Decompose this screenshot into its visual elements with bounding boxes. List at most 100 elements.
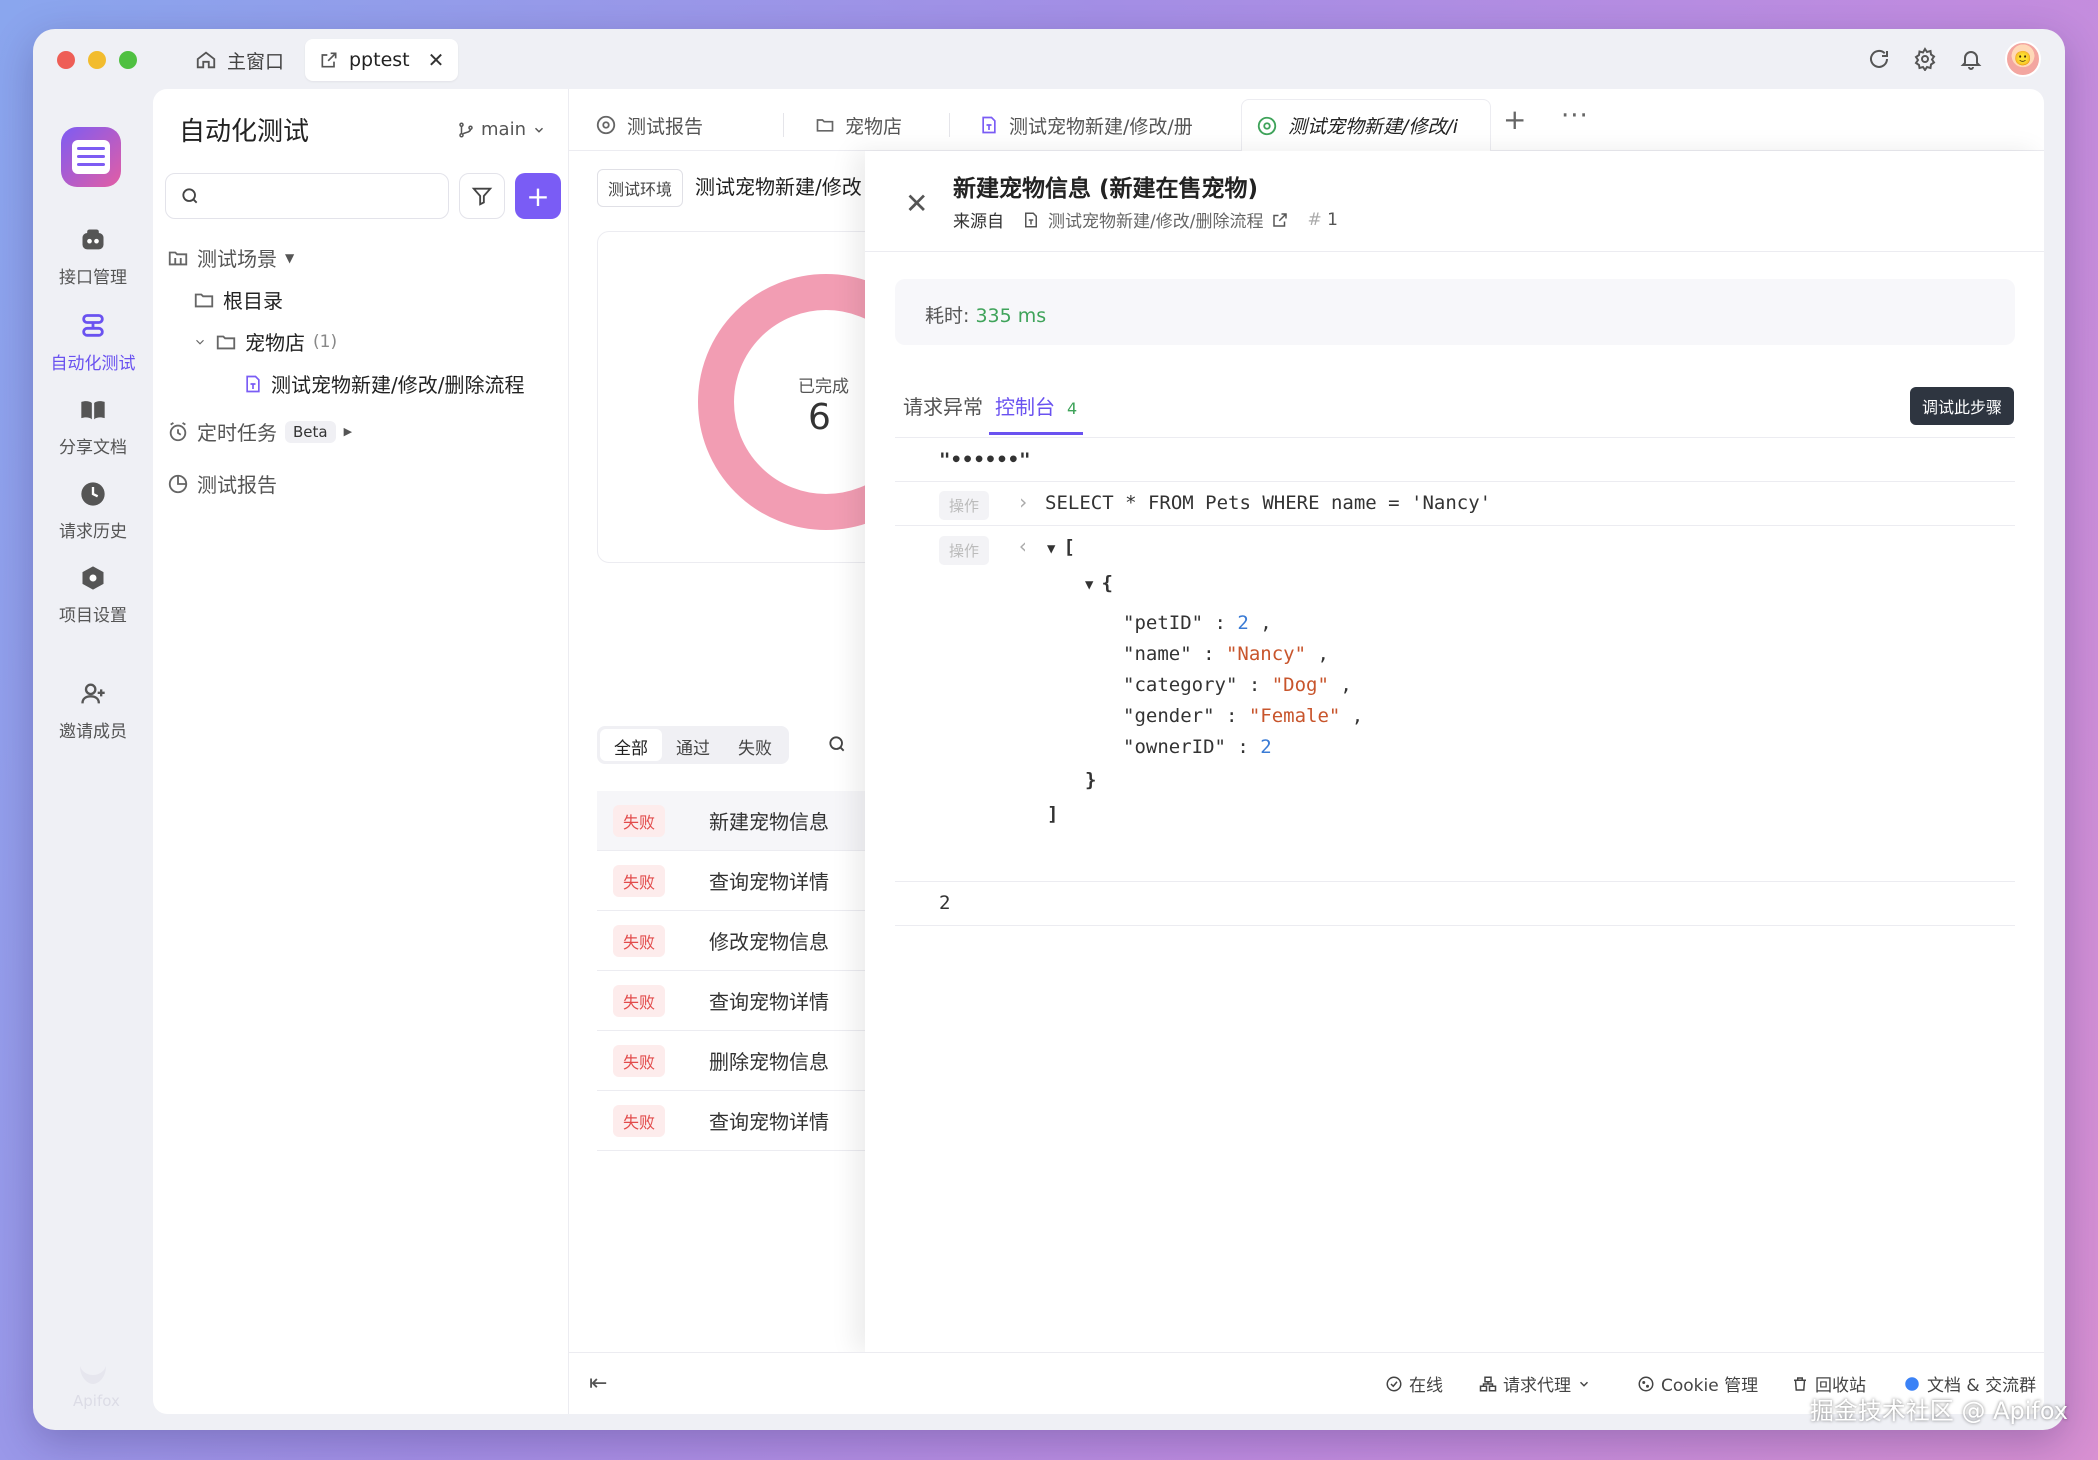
alarm-clock-icon xyxy=(169,421,187,441)
result-row[interactable]: 失败 新建宠物信息 xyxy=(597,791,877,851)
apifox-brand-mark: Apifox xyxy=(73,1362,120,1410)
timing-value: 335 ms xyxy=(975,305,1047,327)
op-button[interactable]: 操作 xyxy=(939,491,990,520)
tree-label: 定时任务 xyxy=(197,421,277,445)
window-tab-main[interactable]: 主窗口 xyxy=(181,39,298,81)
tree-test-scenes[interactable]: 测试场景 ▼ xyxy=(167,243,294,272)
tab-petstore[interactable]: 宠物店 xyxy=(801,99,916,151)
collapse-caret-icon[interactable]: ▼ xyxy=(1047,541,1055,557)
title-bar: 主窗口 pptest ✕ 🙂 xyxy=(33,29,2065,89)
rail-item-settings[interactable]: 项目设置 xyxy=(33,563,153,626)
branch-name: main xyxy=(481,119,526,140)
result-row[interactable]: 失败 查询宠物详情 xyxy=(597,971,877,1031)
rail-item-label: 项目设置 xyxy=(59,606,127,626)
online-status[interactable]: 在线 xyxy=(1385,1371,1443,1396)
completion-card: 已完成 6 xyxy=(597,231,954,563)
json-field: "petID" : 2 , xyxy=(1123,612,1272,634)
tab-scenario[interactable]: 测试宠物新建/修改/册 xyxy=(965,99,1207,151)
rail-item-automation[interactable]: 自动化测试 xyxy=(33,311,153,374)
debug-step-button[interactable]: 调试此步骤 xyxy=(1909,387,2014,425)
ts-file-icon xyxy=(982,116,996,134)
book-icon xyxy=(81,401,105,420)
logo-icon xyxy=(72,140,110,174)
proxy-menu[interactable]: 请求代理 xyxy=(1479,1371,1591,1396)
close-tab-icon[interactable]: ✕ xyxy=(428,48,445,72)
tree-test-reports[interactable]: 测试报告 xyxy=(167,469,277,498)
minimize-window-button[interactable] xyxy=(88,51,106,69)
scene-folder-icon xyxy=(168,251,188,265)
tree-root[interactable]: 根目录 xyxy=(193,285,283,314)
cookie-manager[interactable]: Cookie 管理 xyxy=(1637,1371,1758,1396)
step-detail-drawer: ✕ 新建宠物信息 (新建在售宠物) 来源自 测试宠物新建/修改/删除流程 # 1… xyxy=(865,151,2044,1352)
rail-item-docs[interactable]: 分享文档 xyxy=(33,395,153,458)
new-tab-button[interactable]: + xyxy=(1503,103,1526,136)
rail-item-label: 请求历史 xyxy=(59,522,127,542)
maximize-window-button[interactable] xyxy=(119,51,137,69)
more-tabs-button[interactable]: ··· xyxy=(1561,101,1589,131)
automation-icon xyxy=(82,314,104,337)
collapse-caret-icon[interactable]: ▼ xyxy=(1085,577,1093,593)
result-name: 修改宠物信息 xyxy=(709,930,830,954)
tree-label: 宠物店 xyxy=(245,331,305,355)
window-tab-label: pptest xyxy=(349,49,410,71)
tab-test-report[interactable]: 测试报告 xyxy=(581,99,717,151)
tab-console[interactable]: 控制台 4 xyxy=(989,391,1084,435)
beta-badge: Beta xyxy=(285,420,336,443)
refresh-icon[interactable] xyxy=(1867,47,1891,71)
result-row[interactable]: 失败 查询宠物详情 xyxy=(597,1091,877,1151)
search-icon[interactable] xyxy=(827,734,847,754)
report-panel: 测试环境 测试宠物新建/修改 已完成 6 全部 通过 失败 失败 新建宠物信息 … xyxy=(569,151,954,1351)
filter-all[interactable]: 全部 xyxy=(600,729,662,761)
tab-active-report[interactable]: 测试宠物新建/修改/i xyxy=(1241,99,1491,151)
op-button[interactable]: 操作 xyxy=(939,536,990,565)
json-field: "ownerID" : 2 xyxy=(1123,736,1272,758)
rail-item-history[interactable]: 请求历史 xyxy=(33,479,153,542)
app-logo[interactable] xyxy=(61,127,121,187)
tab-label: 宠物店 xyxy=(845,115,903,138)
result-row[interactable]: 失败 删除宠物信息 xyxy=(597,1031,877,1091)
search-input[interactable] xyxy=(165,173,449,219)
close-icon[interactable]: ✕ xyxy=(905,187,928,220)
tab-label: 测试报告 xyxy=(627,115,704,138)
json-tree: ▼[ ▼{ "petID" : 2 , "name" : "Nancy" , "… xyxy=(1047,536,1364,825)
folder-icon xyxy=(216,335,236,349)
branch-selector[interactable]: main xyxy=(457,119,546,140)
user-avatar[interactable]: 🙂 xyxy=(2005,41,2041,77)
tree-scenario[interactable]: 测试宠物新建/修改/删除流程 xyxy=(243,369,524,398)
tree-count: (1) xyxy=(313,331,338,352)
filter-pass[interactable]: 通过 xyxy=(662,729,724,761)
rail-item-invite[interactable]: 邀请成员 xyxy=(33,679,153,742)
check-circle-icon xyxy=(1386,1376,1402,1391)
chat-icon xyxy=(1905,1376,1919,1391)
rail-item-label: 分享文档 xyxy=(59,438,127,458)
window-tab-pptest[interactable]: pptest ✕ xyxy=(305,39,459,81)
report-icon xyxy=(1257,116,1277,135)
apifox-logo-icon xyxy=(80,1366,106,1384)
filter-button[interactable] xyxy=(459,173,505,219)
result-row[interactable]: 失败 查询宠物详情 xyxy=(597,851,877,911)
gear-icon[interactable] xyxy=(1913,47,1937,71)
close-window-button[interactable] xyxy=(57,51,75,69)
source-link[interactable]: 测试宠物新建/修改/删除流程 xyxy=(1048,207,1263,232)
network-icon xyxy=(1479,1376,1497,1391)
collapse-sidebar-icon[interactable]: ⇤ xyxy=(589,1371,607,1396)
left-rail: 接口管理 自动化测试 分享文档 请求历史 项目设置 邀请成员 Apifox xyxy=(33,89,153,1430)
add-button[interactable]: + xyxy=(515,173,561,219)
rail-item-label: 邀请成员 xyxy=(59,722,127,742)
bell-icon[interactable] xyxy=(1959,47,1983,71)
rail-item-label: 自动化测试 xyxy=(50,354,136,374)
filter-fail[interactable]: 失败 xyxy=(724,729,786,761)
tree-folder-petstore[interactable]: 宠物店 (1) xyxy=(193,327,337,356)
tree-scheduled-tasks[interactable]: 定时任务 Beta ▶ xyxy=(167,417,352,446)
tree-label: 测试宠物新建/修改/删除流程 xyxy=(271,373,525,397)
drawer-title: 新建宠物信息 (新建在售宠物) xyxy=(953,176,1259,202)
tree-label: 根目录 xyxy=(223,289,283,313)
external-link-icon[interactable] xyxy=(1271,211,1289,229)
plus-icon: + xyxy=(526,179,550,213)
caret-down-icon: ▼ xyxy=(285,250,295,265)
result-row[interactable]: 失败 修改宠物信息 xyxy=(597,911,877,971)
env-chip[interactable]: 测试环境 xyxy=(597,169,684,207)
status-badge: 失败 xyxy=(613,984,666,1017)
rail-item-api[interactable]: 接口管理 xyxy=(33,225,153,288)
tab-request-errors[interactable]: 请求异常 xyxy=(903,391,983,435)
